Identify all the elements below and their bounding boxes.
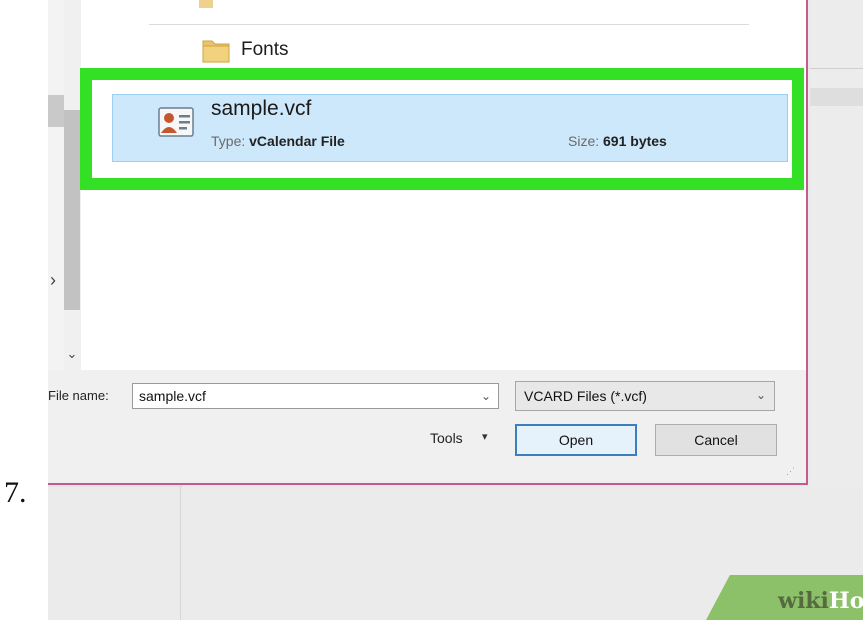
type-value: vCalendar File — [249, 133, 345, 149]
cancel-button[interactable]: Cancel — [655, 424, 777, 456]
tools-label: Tools — [430, 430, 463, 446]
file-type: Type: vCalendar File — [211, 133, 345, 149]
background-band — [810, 88, 863, 106]
watermark-part1: wiki — [778, 588, 829, 614]
open-button[interactable]: Open — [515, 424, 637, 456]
tools-menu-button[interactable]: Tools ▾ — [430, 426, 500, 452]
file-name-input[interactable] — [132, 383, 499, 409]
file-name-label: File name: — [48, 388, 109, 403]
folder-icon — [201, 36, 231, 64]
list-divider — [149, 24, 749, 25]
file-type-select[interactable]: VCARD Files (*.vcf) ⌄ — [515, 381, 775, 411]
chevron-down-icon: ⌄ — [755, 388, 766, 402]
nav-item-highlight[interactable] — [48, 95, 64, 127]
background-divider — [810, 68, 863, 69]
nav-scrollbar-thumb[interactable] — [64, 110, 80, 310]
screenshot: › ⌄ Fonts sample.vcf Type: vCalendar Fil… — [48, 0, 863, 620]
step-number: 7. — [4, 476, 27, 509]
size-label: Size: — [568, 133, 600, 149]
navigation-pane: › ⌄ — [48, 0, 80, 370]
folder-item-fonts[interactable]: Fonts — [161, 33, 761, 67]
dialog-footer: File name: ⌄ VCARD Files (*.vcf) ⌄ Tools… — [48, 370, 806, 483]
highlight-annotation: sample.vcf Type: vCalendar File Size: 69… — [80, 68, 804, 190]
nav-expand-icon[interactable]: › — [50, 270, 56, 291]
wikihow-watermark: wikiHow — [778, 588, 863, 614]
file-name: sample.vcf — [211, 97, 312, 120]
dropdown-arrow-icon: ▾ — [482, 431, 488, 443]
folder-icon-partial — [199, 0, 213, 8]
file-item-sample-vcf[interactable]: sample.vcf Type: vCalendar File Size: 69… — [112, 94, 788, 162]
watermark-part2: How — [828, 588, 863, 614]
scroll-down-icon[interactable]: ⌄ — [65, 344, 79, 364]
background-lower-divider — [180, 487, 181, 620]
open-file-dialog: › ⌄ Fonts sample.vcf Type: vCalendar Fil… — [48, 0, 808, 485]
vcard-contact-icon — [158, 107, 194, 137]
file-type-selected: VCARD Files (*.vcf) — [524, 388, 647, 404]
type-label: Type: — [211, 133, 246, 149]
folder-label: Fonts — [241, 39, 289, 60]
size-value: 691 bytes — [603, 133, 667, 149]
chevron-down-icon[interactable]: ⌄ — [474, 383, 498, 409]
file-size: Size: 691 bytes — [568, 133, 667, 149]
resize-grip-icon[interactable]: ⋰ — [786, 466, 795, 477]
